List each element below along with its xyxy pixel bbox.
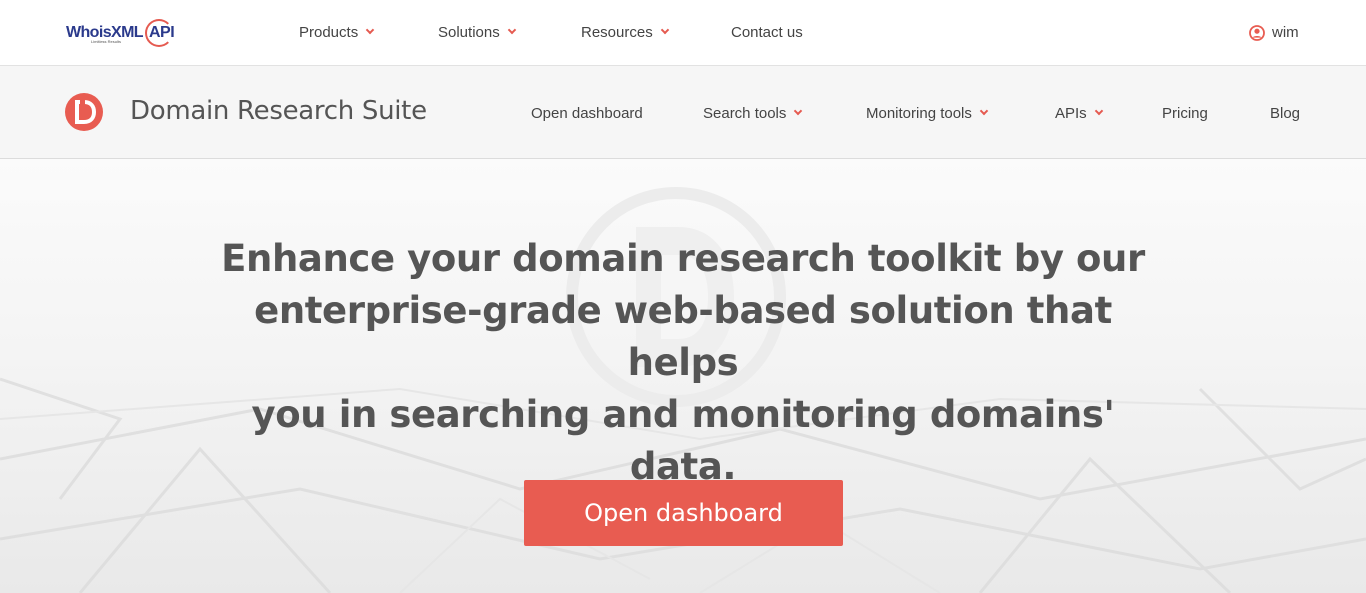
top-nav-products[interactable]: Products bbox=[299, 24, 375, 41]
brand-tagline: Limitless Results bbox=[91, 39, 122, 44]
suite-nav-apis[interactable]: APIs bbox=[1055, 105, 1103, 122]
brand-api-badge: API bbox=[144, 19, 175, 47]
chevron-down-icon bbox=[507, 25, 516, 35]
top-nav-contact-us[interactable]: Contact us bbox=[731, 24, 803, 41]
top-nav-label: Resources bbox=[581, 24, 653, 41]
top-nav-label: Contact us bbox=[731, 24, 803, 41]
brand-api-text: API bbox=[148, 24, 175, 41]
top-nav-solutions[interactable]: Solutions bbox=[438, 24, 516, 41]
suite-nav-label: Monitoring tools bbox=[866, 105, 972, 122]
suite-nav-open-dashboard[interactable]: Open dashboard bbox=[531, 105, 643, 122]
hero-line: you in searching and monitoring domains'… bbox=[251, 393, 1115, 488]
suite-nav-label: Pricing bbox=[1162, 105, 1208, 122]
chevron-down-icon bbox=[794, 106, 803, 116]
suite-title[interactable]: Domain Research Suite bbox=[130, 96, 427, 126]
suite-nav-label: Blog bbox=[1270, 105, 1301, 122]
suite-nav-search-tools[interactable]: Search tools bbox=[703, 105, 803, 122]
open-dashboard-button[interactable]: Open dashboard bbox=[524, 480, 843, 546]
top-navbar: WhoisXML API Limitless Results Products … bbox=[0, 0, 1366, 66]
top-nav-label: Products bbox=[299, 24, 359, 41]
drs-logo-icon[interactable] bbox=[65, 93, 103, 131]
hero-headline: Enhance your domain research toolkit by … bbox=[200, 233, 1166, 493]
top-nav-label: Solutions bbox=[438, 24, 500, 41]
suite-nav-label: Open dashboard bbox=[531, 105, 643, 122]
suite-nav-monitoring-tools[interactable]: Monitoring tools bbox=[866, 105, 989, 122]
hero-section: Enhance your domain research toolkit by … bbox=[0, 159, 1366, 593]
chevron-down-icon bbox=[660, 25, 669, 35]
suite-nav-label: APIs bbox=[1055, 105, 1087, 122]
suite-nav-blog[interactable]: Blog bbox=[1270, 105, 1300, 122]
suite-navbar: Domain Research Suite Open dashboard Sea… bbox=[0, 66, 1366, 159]
chevron-down-icon bbox=[365, 25, 375, 35]
hero-line: enterprise-grade web-based solution that… bbox=[254, 289, 1112, 384]
chevron-down-icon bbox=[1094, 106, 1103, 116]
top-nav-resources[interactable]: Resources bbox=[581, 24, 669, 41]
suite-nav-pricing[interactable]: Pricing bbox=[1162, 105, 1208, 122]
chevron-down-icon bbox=[979, 106, 989, 116]
user-circle-icon bbox=[1249, 24, 1265, 41]
hero-line: Enhance your domain research toolkit by … bbox=[221, 237, 1145, 280]
suite-nav-label: Search tools bbox=[703, 105, 787, 122]
whoisxml-api-logo[interactable]: WhoisXML API Limitless Results bbox=[66, 19, 175, 47]
user-menu[interactable]: wim bbox=[1249, 24, 1299, 41]
user-name: wim bbox=[1272, 24, 1299, 41]
